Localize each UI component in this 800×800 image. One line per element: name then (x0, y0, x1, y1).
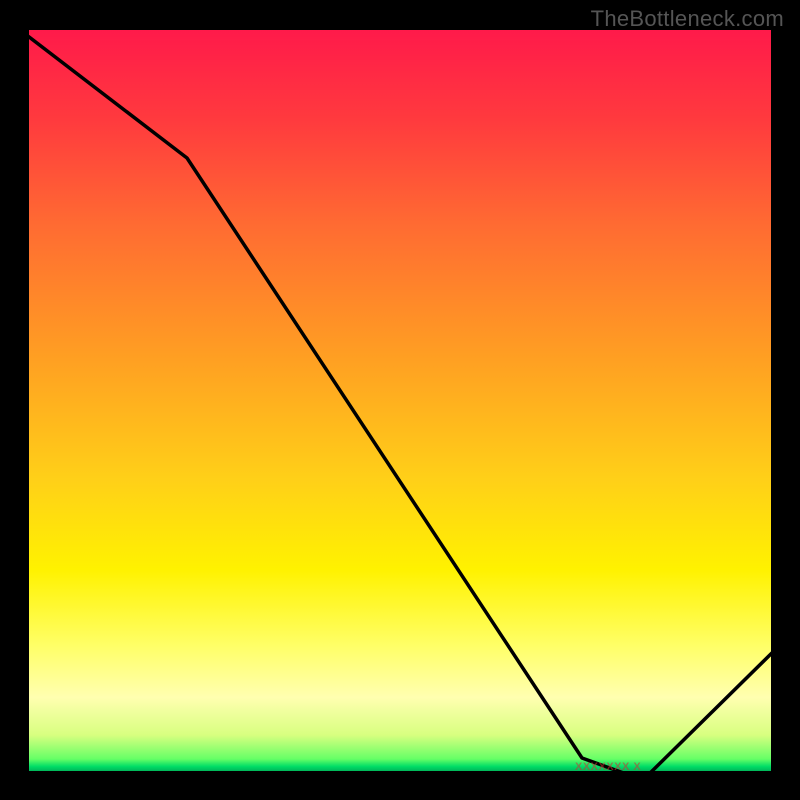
chart-overlay-svg: XXXXXXX X (20, 30, 780, 780)
watermark-text: TheBottleneck.com (591, 6, 784, 32)
chart-plot-area: XXXXXXX X (20, 30, 780, 780)
chart-line-series (20, 30, 780, 780)
chart-axis-frame (20, 30, 780, 780)
